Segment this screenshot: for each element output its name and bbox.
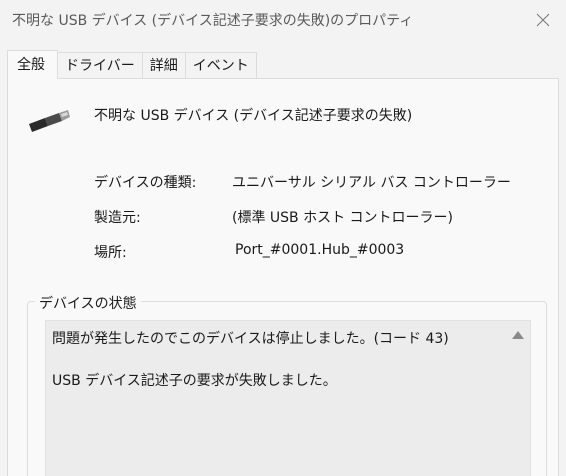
manufacturer-value: (標準 USB ホスト コントローラー) bbox=[232, 210, 454, 226]
properties-dialog: 不明な USB デバイス (デバイス記述子要求の失敗)のプロパティ 全般 ドライ… bbox=[0, 0, 566, 476]
device-type-label: デバイスの種類: bbox=[94, 175, 197, 191]
window-title: 不明な USB デバイス (デバイス記述子要求の失敗)のプロパティ bbox=[12, 13, 414, 29]
usb-connector-icon bbox=[29, 110, 70, 132]
tab-events[interactable]: イベント bbox=[184, 52, 257, 79]
location-label: 場所: bbox=[94, 245, 127, 261]
tab-general[interactable]: 全般 bbox=[7, 50, 58, 79]
device-status-title: デバイスの状態 bbox=[35, 293, 141, 313]
status-detail-line: USB デバイス記述子の要求が失敗しました。 bbox=[52, 373, 337, 389]
tab-details[interactable]: 詳細 bbox=[141, 52, 186, 79]
close-icon bbox=[536, 13, 550, 27]
manufacturer-label: 製造元: bbox=[94, 210, 141, 226]
location-value: Port_#0001.Hub_#0003 bbox=[235, 242, 405, 258]
status-message-line: 問題が発生したのでこのデバイスは停止しました。(コード 43) bbox=[52, 331, 449, 347]
title-bar: 不明な USB デバイス (デバイス記述子要求の失敗)のプロパティ bbox=[0, 0, 566, 40]
tab-strip: 全般 ドライバー 詳細 イベント bbox=[7, 50, 257, 79]
device-name: 不明な USB デバイス (デバイス記述子要求の失敗) bbox=[94, 108, 413, 124]
tab-driver[interactable]: ドライバー bbox=[57, 52, 143, 79]
scroll-up-arrow-icon[interactable] bbox=[511, 329, 525, 341]
device-type-value: ユニバーサル シリアル バス コントローラー bbox=[232, 175, 511, 191]
close-button[interactable] bbox=[520, 0, 566, 40]
